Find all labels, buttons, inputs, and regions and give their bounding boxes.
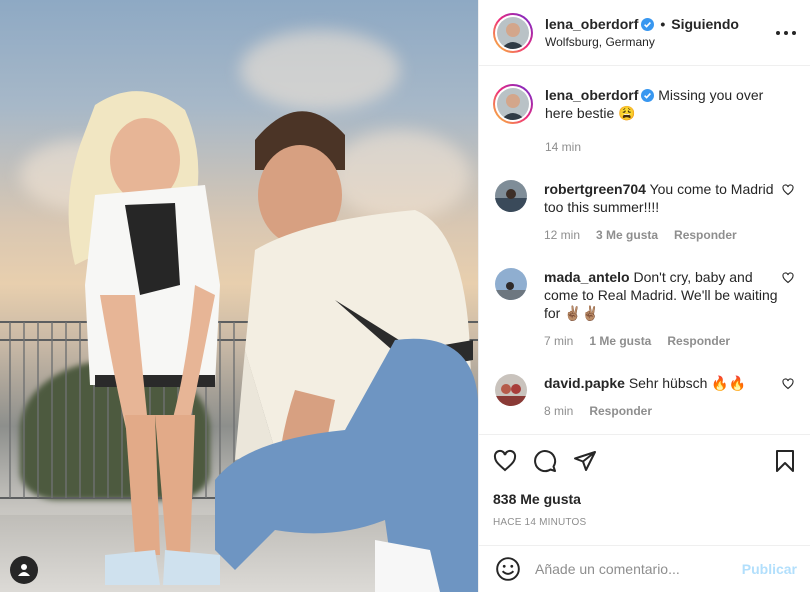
caption-timestamp[interactable]: 14 min [545,138,794,156]
comment-item: mada_antelo Don't cry, baby and come to … [493,268,794,350]
caption-avatar-image [497,88,529,120]
cloud [240,30,400,110]
author-avatar-image [497,16,529,49]
comment-username[interactable]: david.papke [544,375,625,391]
separator-dot: • [660,15,666,32]
post-photo[interactable] [0,0,478,592]
reply-button[interactable]: Responder [667,334,730,348]
comment-username[interactable]: robertgreen704 [544,181,646,197]
comment-likes[interactable]: 3 Me gusta [596,228,658,242]
more-options-icon[interactable] [776,23,796,43]
commenter-avatar[interactable] [495,268,527,300]
comment-like-heart-icon[interactable] [782,378,794,390]
post-header: lena_oberdorf • Siguiendo Wolfsburg, Germa… [479,0,810,66]
comments-list[interactable]: lena_oberdorf Missing you over here best… [479,66,810,434]
add-comment-bar: Publicar [479,545,810,592]
comment-input[interactable] [535,561,742,577]
post-caption: lena_oberdorf Missing you over here best… [493,84,794,156]
verified-badge-icon [641,89,655,102]
author-username[interactable]: lena_oberdorf [545,16,638,32]
post-actions: 838 Me gusta HACE 14 MINUTOS [479,434,810,528]
post-details-panel: lena_oberdorf • Siguiendo Wolfsburg, Germa… [478,0,810,592]
comment-text: Sehr hübsch 🔥🔥 [628,375,747,391]
bookmark-icon[interactable] [773,449,797,473]
comment-icon[interactable] [533,449,557,473]
person-dark-hair [215,111,478,592]
publish-button[interactable]: Publicar [742,561,797,577]
caption-avatar[interactable] [493,84,533,124]
heart-icon[interactable] [493,449,517,473]
verified-badge-icon [641,17,655,31]
comment-time[interactable]: 12 min [544,228,580,242]
commenter-avatar[interactable] [495,374,527,406]
emoji-icon[interactable] [495,556,521,582]
comment-item: robertgreen704 You come to Madrid too th… [493,180,794,244]
comment-item: david.papke Sehr hübsch 🔥🔥 8 min Responde… [493,374,794,420]
follow-status-button[interactable]: Siguiendo [671,16,739,32]
share-icon[interactable] [573,449,597,473]
post-timestamp[interactable]: HACE 14 MINUTOS [493,517,797,528]
comment-like-heart-icon[interactable] [782,272,794,284]
caption-username[interactable]: lena_oberdorf [545,87,638,103]
reply-button[interactable]: Responder [674,228,737,242]
reply-button[interactable]: Responder [589,404,652,418]
author-avatar[interactable] [493,12,533,53]
comment-likes[interactable]: 1 Me gusta [589,334,651,348]
comment-time[interactable]: 7 min [544,334,573,348]
comment-time[interactable]: 8 min [544,404,573,418]
comment-like-heart-icon[interactable] [782,184,794,196]
comment-username[interactable]: mada_antelo [544,269,630,285]
likes-count[interactable]: 838 Me gusta [493,491,797,507]
user-tag-button[interactable] [10,556,38,584]
post-location[interactable]: Wolfsburg, Germany [545,35,739,51]
user-tag-icon [18,564,30,576]
person-blonde [68,91,220,585]
commenter-avatar[interactable] [495,180,527,212]
